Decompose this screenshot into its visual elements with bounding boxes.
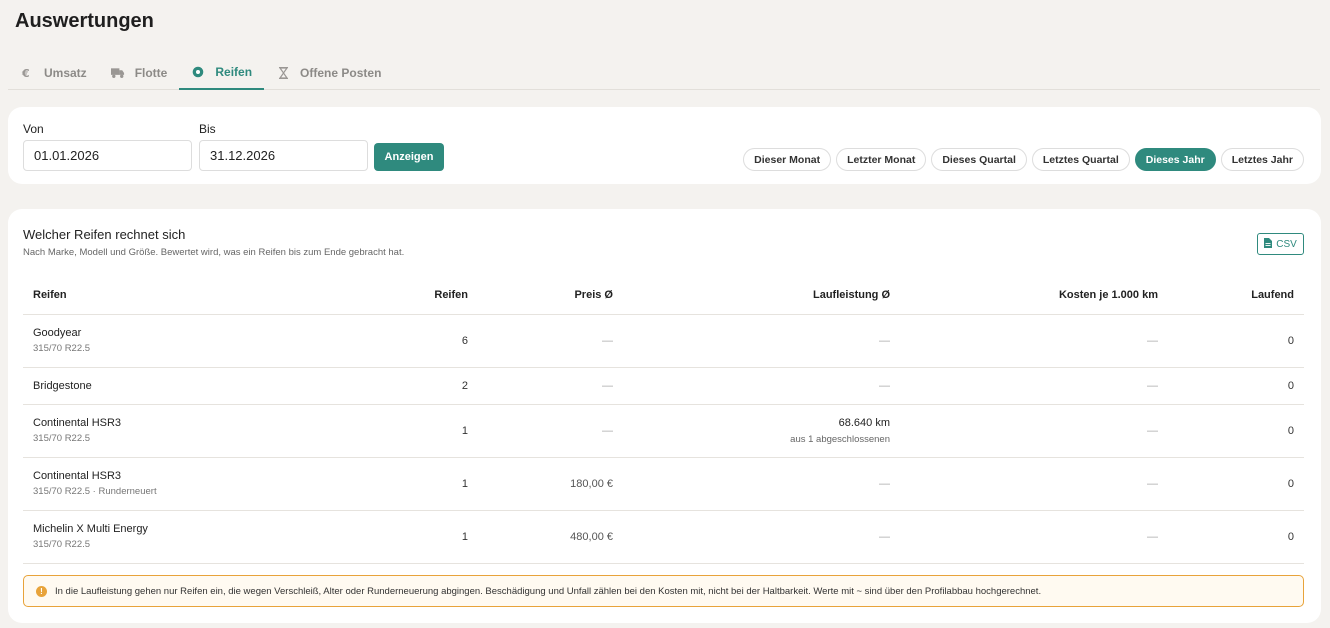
report-subtitle: Nach Marke, Modell und Größe. Bewertet w… <box>23 247 405 258</box>
mileage-cell: — <box>623 457 900 511</box>
csv-export-button[interactable]: CSV <box>1257 233 1304 255</box>
from-date-input[interactable] <box>23 140 192 171</box>
table-row[interactable]: Goodyear 315/70 R22.5 6 — — — 0 <box>23 314 1304 368</box>
preset-last-quarter[interactable]: Letztes Quartal <box>1031 148 1130 171</box>
tire-name: Goodyear <box>33 327 82 339</box>
tire-cell: Bridgestone <box>23 367 343 405</box>
tire-table: Reifen Reifen Preis Ø Laufleistung Ø Kos… <box>23 276 1304 564</box>
to-label: Bis <box>199 122 216 136</box>
cost-cell: — <box>900 457 1168 511</box>
col-header-running[interactable]: Laufend <box>1168 276 1304 315</box>
from-label: Von <box>23 122 44 136</box>
tire-size: 315/70 R22.5 · Runderneuert <box>33 486 157 497</box>
mileage-cell: — <box>623 314 900 368</box>
euro-icon: € <box>20 66 34 80</box>
col-header-price[interactable]: Preis Ø <box>478 276 623 315</box>
running-cell: 0 <box>1168 314 1304 368</box>
count-cell: 1 <box>343 457 478 511</box>
cost-cell: — <box>900 404 1168 458</box>
running-cell: 0 <box>1168 457 1304 511</box>
warning-icon: ! <box>36 585 47 597</box>
page-title: Auswertungen <box>15 10 154 32</box>
tab-label: Reifen <box>215 65 253 79</box>
cost-cell: — <box>900 367 1168 405</box>
tab-umsatz[interactable]: € Umsatz <box>8 56 99 90</box>
tire-size: 315/70 R22.5 <box>33 433 91 444</box>
preset-this-month[interactable]: Dieser Monat <box>743 148 832 171</box>
hourglass-icon <box>276 66 290 80</box>
mileage-cell: 68.640 km aus 1 abgeschlossenen <box>623 404 900 458</box>
tab-bar: € Umsatz Flotte Reifen Offene Posten <box>8 56 1320 90</box>
tire-icon <box>191 65 205 79</box>
price-cell: — <box>478 314 623 368</box>
truck-icon <box>110 66 125 80</box>
cost-cell: — <box>900 510 1168 564</box>
show-button[interactable]: Anzeigen <box>374 143 444 171</box>
preset-this-year[interactable]: Dieses Jahr <box>1134 148 1216 171</box>
preset-last-year[interactable]: Letztes Jahr <box>1220 148 1304 171</box>
col-header-tire[interactable]: Reifen <box>23 276 343 315</box>
running-cell: 0 <box>1168 510 1304 564</box>
to-date-input[interactable] <box>199 140 368 171</box>
tire-cell: Michelin X Multi Energy 315/70 R22.5 <box>23 510 343 564</box>
tire-cell: Goodyear 315/70 R22.5 <box>23 314 343 368</box>
table-header-row: Reifen Reifen Preis Ø Laufleistung Ø Kos… <box>23 276 1304 315</box>
preset-this-quarter[interactable]: Dieses Quartal <box>931 148 1027 171</box>
tire-cell: Continental HSR3 315/70 R22.5 <box>23 404 343 458</box>
col-header-mileage[interactable]: Laufleistung Ø <box>623 276 900 315</box>
tab-label: Umsatz <box>44 66 87 80</box>
price-cell: — <box>478 367 623 405</box>
tire-name: Bridgestone <box>33 379 92 392</box>
mileage-subtext: aus 1 abgeschlossenen <box>790 433 890 445</box>
document-icon <box>1264 237 1273 251</box>
cost-cell: — <box>900 314 1168 368</box>
count-cell: 1 <box>343 510 478 564</box>
count-cell: 6 <box>343 314 478 368</box>
tab-offene-posten[interactable]: Offene Posten <box>264 56 393 90</box>
tire-name: Continental HSR3 <box>33 417 122 429</box>
mileage-value: 68.640 km <box>838 416 890 429</box>
mileage-cell: — <box>623 510 900 564</box>
tire-cell: Continental HSR3 315/70 R22.5 · Runderne… <box>23 457 343 511</box>
filter-card: Von Bis Anzeigen Dieser Monat Letzter Mo… <box>8 107 1321 184</box>
mileage-cell: — <box>623 367 900 405</box>
table-row[interactable]: Michelin X Multi Energy 315/70 R22.5 1 4… <box>23 510 1304 564</box>
price-cell: 180,00 € <box>478 457 623 511</box>
tab-label: Flotte <box>134 66 168 80</box>
price-cell: 480,00 € <box>478 510 623 564</box>
col-header-cost[interactable]: Kosten je 1.000 km <box>900 276 1168 315</box>
tire-size: 315/70 R22.5 <box>33 343 91 354</box>
tab-label: Offene Posten <box>300 66 382 80</box>
running-cell: 0 <box>1168 404 1304 458</box>
tab-reifen[interactable]: Reifen <box>179 56 265 90</box>
col-header-count[interactable]: Reifen <box>343 276 478 315</box>
preset-last-month[interactable]: Letzter Monat <box>836 148 927 171</box>
preset-group: Dieser Monat Letzter Monat Dieses Quarta… <box>743 148 1304 171</box>
count-cell: 2 <box>343 367 478 405</box>
table-row[interactable]: Continental HSR3 315/70 R22.5 1 — 68.640… <box>23 404 1304 458</box>
table-row[interactable]: Continental HSR3 315/70 R22.5 · Runderne… <box>23 457 1304 511</box>
table-row[interactable]: Bridgestone 2 — — — 0 <box>23 367 1304 405</box>
running-cell: 0 <box>1168 367 1304 405</box>
tire-name: Michelin X Multi Energy <box>33 523 148 535</box>
tab-flotte[interactable]: Flotte <box>99 56 180 90</box>
info-note: ! In die Laufleistung gehen nur Reifen e… <box>23 575 1304 607</box>
info-note-text: In die Laufleistung gehen nur Reifen ein… <box>55 585 1042 597</box>
tire-report-card: Welcher Reifen rechnet sich Nach Marke, … <box>8 209 1321 623</box>
tire-name: Continental HSR3 <box>33 470 122 482</box>
tire-size: 315/70 R22.5 <box>33 539 91 550</box>
report-title: Welcher Reifen rechnet sich <box>23 227 186 242</box>
price-cell: — <box>478 404 623 458</box>
svg-text:€: € <box>21 67 30 79</box>
count-cell: 1 <box>343 404 478 458</box>
csv-label: CSV <box>1276 238 1297 250</box>
